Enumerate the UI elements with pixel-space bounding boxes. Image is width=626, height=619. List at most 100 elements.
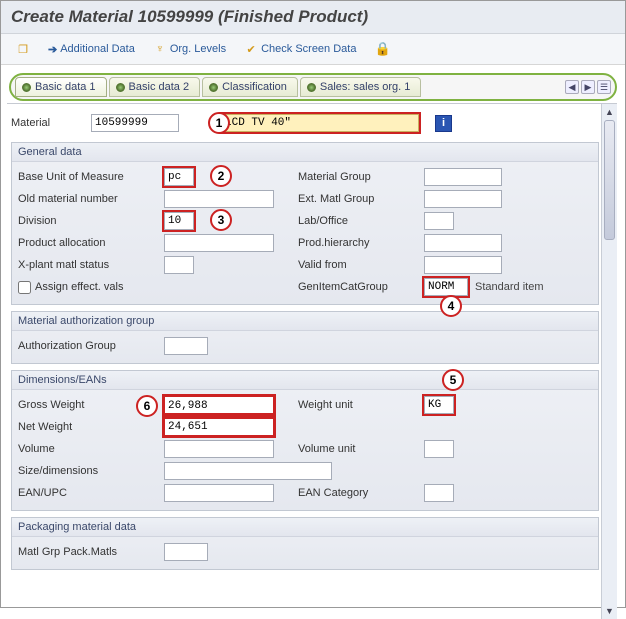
volume-label: Volume bbox=[18, 443, 160, 455]
prod-hier-input[interactable] bbox=[424, 234, 502, 252]
material-group-label: Material Group bbox=[298, 171, 420, 183]
weight-unit-input[interactable] bbox=[424, 396, 454, 414]
prod-hier-label: Prod.hierarchy bbox=[298, 237, 420, 249]
assign-effect-checkbox[interactable]: Assign effect. vals bbox=[18, 281, 160, 294]
ext-matl-grp-label: Ext. Matl Group bbox=[298, 193, 420, 205]
group-header: General data bbox=[12, 143, 598, 162]
check-icon: ✔ bbox=[244, 42, 258, 56]
matlgrp-pack-label: Matl Grp Pack.Matls bbox=[18, 546, 160, 558]
xplant-input[interactable] bbox=[164, 256, 194, 274]
gen-item-label: GenItemCatGroup bbox=[298, 281, 420, 293]
weight-unit-label: Weight unit bbox=[298, 399, 420, 411]
group-header: Material authorization group bbox=[12, 312, 598, 331]
tab-nav: ◀ ▶ ☰ bbox=[565, 80, 611, 94]
document-icon: ❐ bbox=[16, 42, 30, 56]
size-input[interactable] bbox=[164, 462, 332, 480]
group-dimensions: Dimensions/EANs Gross Weight Weight unit… bbox=[11, 370, 599, 511]
page-title: Create Material 10599999 (Finished Produ… bbox=[1, 1, 625, 34]
callout-4: 4 bbox=[440, 295, 462, 317]
org-levels-button[interactable]: ♆ Org. Levels bbox=[146, 39, 233, 59]
additional-data-label: Additional Data bbox=[60, 43, 135, 55]
check-screen-label: Check Screen Data bbox=[261, 43, 356, 55]
gen-item-input[interactable] bbox=[424, 278, 468, 296]
lab-office-input[interactable] bbox=[424, 212, 454, 230]
tab-next-button[interactable]: ▶ bbox=[581, 80, 595, 94]
callout-6: 6 bbox=[136, 395, 158, 417]
prod-alloc-input[interactable] bbox=[164, 234, 274, 252]
check-screen-button[interactable]: ✔ Check Screen Data bbox=[237, 39, 363, 59]
old-matnr-label: Old material number bbox=[18, 193, 160, 205]
tab-list-button[interactable]: ☰ bbox=[597, 80, 611, 94]
net-weight-label: Net Weight bbox=[18, 421, 160, 433]
tab-strip: Basic data 1 Basic data 2 Classification… bbox=[9, 73, 617, 101]
tab-label: Basic data 1 bbox=[35, 81, 96, 93]
tab-status-icon bbox=[22, 83, 31, 92]
arrow-right-icon: ➔ bbox=[48, 43, 57, 56]
callout-2: 2 bbox=[210, 165, 232, 187]
volume-unit-label: Volume unit bbox=[298, 443, 420, 455]
assign-effect-label: Assign effect. vals bbox=[35, 281, 123, 293]
scrollbar[interactable]: ▲ ▼ bbox=[601, 104, 617, 619]
tab-sales-org-1[interactable]: Sales: sales org. 1 bbox=[300, 77, 422, 97]
prod-alloc-label: Product allocation bbox=[18, 237, 160, 249]
valid-from-label: Valid from bbox=[298, 259, 420, 271]
xplant-label: X-plant matl status bbox=[18, 259, 160, 271]
group-packaging: Packaging material data Matl Grp Pack.Ma… bbox=[11, 517, 599, 570]
scroll-track[interactable] bbox=[602, 120, 617, 603]
ean-label: EAN/UPC bbox=[18, 487, 160, 499]
toolbar: ❐ ➔ Additional Data ♆ Org. Levels ✔ Chec… bbox=[1, 34, 625, 65]
group-header: Dimensions/EANs bbox=[12, 371, 598, 390]
tab-label: Classification bbox=[222, 81, 287, 93]
lock-button[interactable]: 🔒 bbox=[367, 38, 397, 60]
material-group-input[interactable] bbox=[424, 168, 502, 186]
tab-status-icon bbox=[209, 83, 218, 92]
callout-3: 3 bbox=[210, 209, 232, 231]
callout-5: 5 bbox=[442, 369, 464, 391]
old-matnr-input[interactable] bbox=[164, 190, 274, 208]
tab-status-icon bbox=[116, 83, 125, 92]
tab-classification[interactable]: Classification bbox=[202, 77, 298, 97]
ean-cat-label: EAN Category bbox=[298, 487, 420, 499]
tab-label: Sales: sales org. 1 bbox=[320, 81, 411, 93]
division-input[interactable] bbox=[164, 212, 194, 230]
tab-label: Basic data 2 bbox=[129, 81, 190, 93]
lock-icon: 🔒 bbox=[374, 41, 390, 57]
auth-group-label: Authorization Group bbox=[18, 340, 160, 352]
gross-weight-input[interactable] bbox=[164, 396, 274, 414]
matlgrp-pack-input[interactable] bbox=[164, 543, 208, 561]
hierarchy-icon: ♆ bbox=[153, 42, 167, 56]
scroll-thumb[interactable] bbox=[604, 120, 615, 240]
volume-unit-input[interactable] bbox=[424, 440, 454, 458]
info-icon[interactable]: i bbox=[435, 115, 452, 132]
material-description-input[interactable] bbox=[221, 114, 419, 132]
valid-from-input[interactable] bbox=[424, 256, 502, 274]
org-levels-label: Org. Levels bbox=[170, 43, 226, 55]
ext-matl-grp-input[interactable] bbox=[424, 190, 502, 208]
scroll-up-button[interactable]: ▲ bbox=[602, 104, 617, 120]
tab-prev-button[interactable]: ◀ bbox=[565, 80, 579, 94]
division-label: Division bbox=[18, 215, 160, 227]
volume-input[interactable] bbox=[164, 440, 274, 458]
assign-effect-chk[interactable] bbox=[18, 281, 31, 294]
material-label: Material bbox=[11, 117, 81, 129]
callout-1: 1 bbox=[208, 112, 230, 134]
ean-cat-input[interactable] bbox=[424, 484, 454, 502]
tab-basic-data-2[interactable]: Basic data 2 bbox=[109, 77, 201, 97]
tab-basic-data-1[interactable]: Basic data 1 bbox=[15, 77, 107, 97]
material-row: Material i 1 bbox=[11, 114, 599, 132]
content-area: Material i 1 General data Base Unit of M… bbox=[7, 103, 617, 619]
additional-data-button[interactable]: ➔ Additional Data bbox=[41, 40, 142, 59]
scroll-down-button[interactable]: ▼ bbox=[602, 603, 617, 619]
base-uom-input[interactable] bbox=[164, 168, 194, 186]
group-header: Packaging material data bbox=[12, 518, 598, 537]
net-weight-input[interactable] bbox=[164, 418, 274, 436]
material-number-input[interactable] bbox=[91, 114, 179, 132]
group-auth: Material authorization group Authorizati… bbox=[11, 311, 599, 364]
tab-status-icon bbox=[307, 83, 316, 92]
auth-group-input[interactable] bbox=[164, 337, 208, 355]
group-general-data: General data Base Unit of Measure Materi… bbox=[11, 142, 599, 305]
gen-item-text: Standard item bbox=[472, 280, 546, 294]
lab-office-label: Lab/Office bbox=[298, 215, 420, 227]
toggle-button[interactable]: ❐ bbox=[9, 39, 37, 59]
ean-input[interactable] bbox=[164, 484, 274, 502]
